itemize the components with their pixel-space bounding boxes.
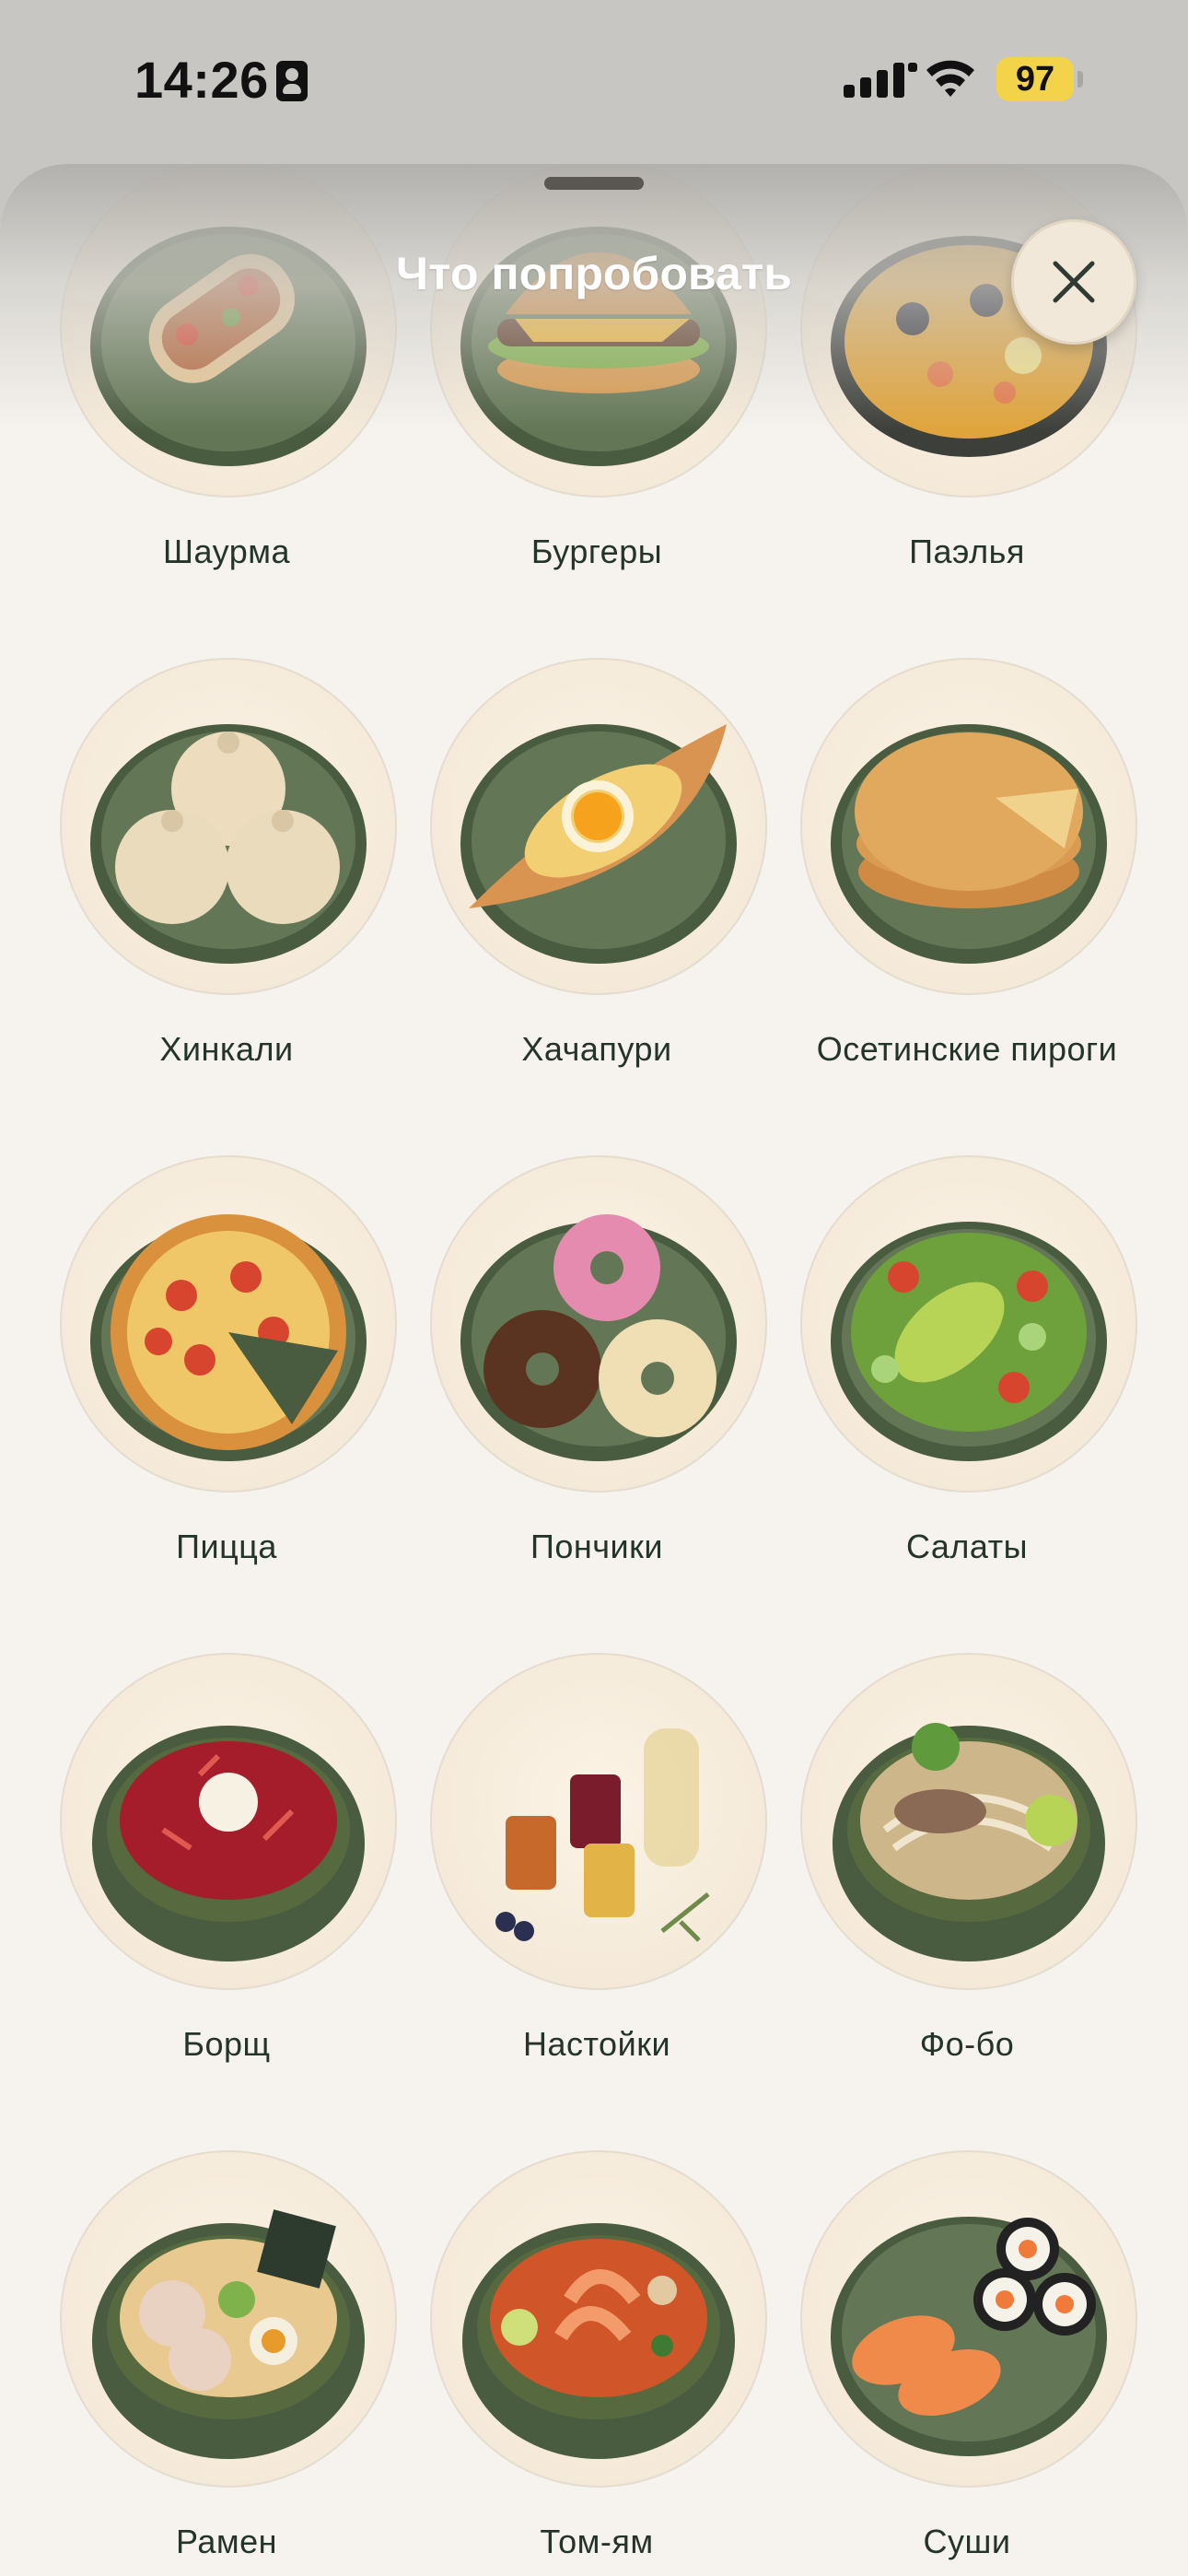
sheet-title: Что попробовать [396,248,792,299]
status-time: 14:26 [134,51,269,109]
dish-image [60,164,397,498]
dish-image [800,2150,1137,2488]
dish-image [800,1155,1137,1493]
borscht-icon [92,1726,365,1961]
dish-label: Осетинские пироги [816,1030,1118,1068]
dish-tile[interactable]: Хинкали [38,658,406,1118]
dish-label: Паэлья [909,533,1025,570]
dish-label: Хачапури [521,1030,672,1068]
ossetian-pie-icon [831,724,1107,964]
dish-image [430,1653,767,1990]
salad-icon [831,1222,1107,1461]
dish-label: Хинкали [159,1030,294,1068]
sheet-grabber[interactable] [544,177,644,190]
khinkali-icon [90,724,367,964]
khachapuri-icon [460,724,737,964]
dish-label: Салаты [905,1528,1029,1565]
dish-tile[interactable]: Бургеры [408,164,776,621]
dish-tile[interactable]: Рамен [38,2150,406,2576]
burger-icon [460,227,737,466]
dish-image [430,2150,767,2488]
dish-image [60,1155,397,1493]
dish-label: Рамен [176,2523,277,2560]
ramen-icon [92,2209,365,2459]
dish-image [430,658,767,995]
dish-tile[interactable]: Шаурма [38,164,406,621]
dish-image [800,658,1137,995]
dish-tile[interactable]: Хачапури [408,658,776,1118]
dish-label: Борщ [182,2025,271,2063]
pizza-icon [90,1214,367,1461]
dish-label: Бургеры [530,533,663,570]
dish-tile[interactable]: Том-ям [408,2150,776,2576]
dish-tile[interactable]: Борщ [38,1653,406,2113]
dish-label: Суши [923,2523,1011,2560]
battery-tip [1077,71,1083,88]
dish-tile[interactable]: Осетинские пироги [778,658,1147,1118]
dish-label: Пицца [176,1528,277,1565]
shawarma-icon [90,227,367,466]
dish-image [800,1653,1137,1990]
wifi-icon [926,60,974,97]
dish-label: Шаурма [163,533,290,570]
sushi-icon [831,2217,1107,2456]
dish-tile[interactable]: Салаты [778,1155,1147,1616]
pho-icon [833,1723,1105,1961]
donuts-icon [460,1214,737,1461]
status-bar: 14:26 97 [0,0,1188,157]
dish-label: Настойки [522,2025,671,2063]
dish-label: Пончики [530,1528,663,1565]
dish-tile[interactable]: Настойки [408,1653,776,2113]
dish-image [430,1155,767,1493]
contact-card-icon [276,61,308,101]
battery-indicator: 97 [996,57,1074,101]
dish-image [60,2150,397,2488]
dish-image [60,1653,397,1990]
dish-image [60,658,397,995]
dish-tile[interactable]: Пицца [38,1155,406,1616]
dish-label: Фо-бо [919,2025,1015,2063]
bottom-sheet: Шаурма Бургеры Паэлья Хинкали Хачапури Осетин… [0,164,1188,2576]
close-icon [1053,261,1095,303]
cellular-signal-icon [844,63,917,98]
dish-tile[interactable]: Фо-бо [778,1653,1147,2113]
liqueur-icon [495,1728,710,1942]
dish-label: Том-ям [540,2523,654,2560]
dish-tile[interactable]: Пончики [408,1155,776,1616]
close-button[interactable] [1011,219,1136,345]
dish-tile[interactable]: Суши [778,2150,1147,2576]
dish-image [430,164,767,498]
tom-yum-icon [462,2223,735,2459]
